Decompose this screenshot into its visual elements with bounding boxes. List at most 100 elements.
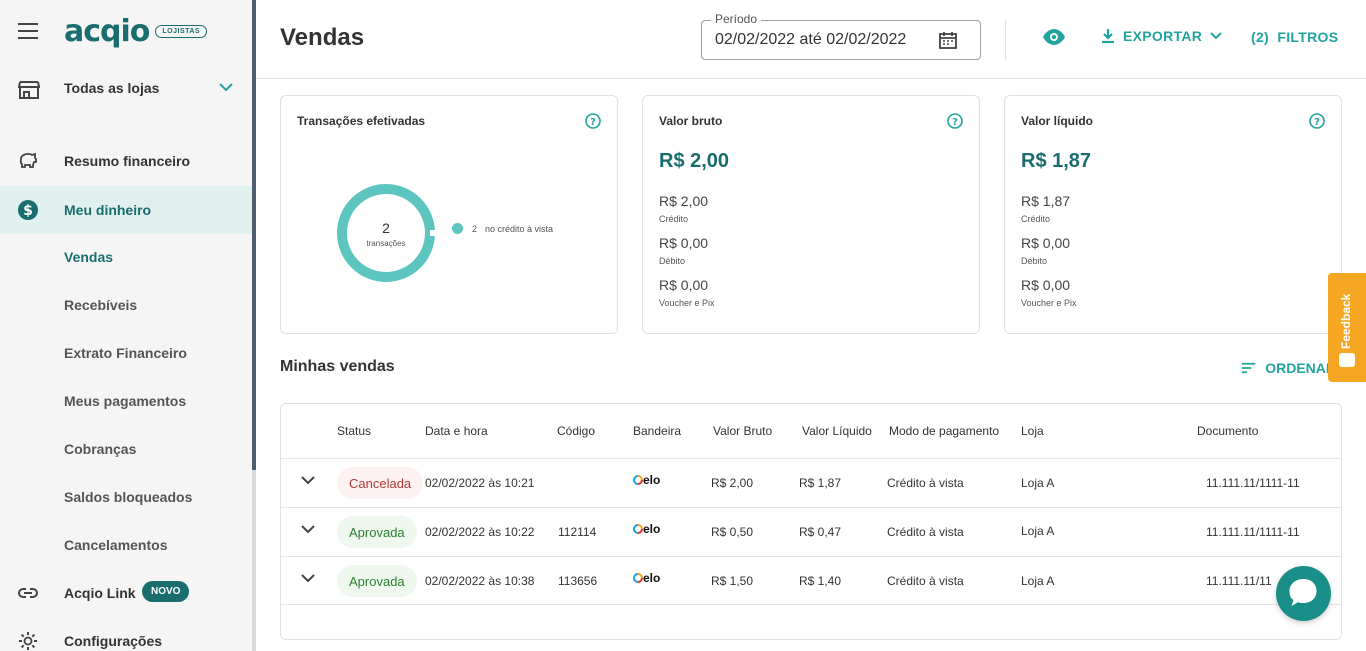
sidebar-item-label: Recebíveis [64,297,138,313]
sidebar-item-configuracoes[interactable]: Configurações [0,617,252,651]
column-header: Loja [1021,424,1044,438]
sidebar-item-acqio-link[interactable]: Acqio Link NOVO [0,569,252,617]
cell-gross: R$ 0,50 [711,525,754,539]
cell-store: Loja A [1021,574,1055,588]
gross-row-credit: R$ 2,00 Crédito [659,193,708,224]
page-title: Vendas [280,24,365,51]
sort-label: ORDENAR [1265,360,1336,376]
status-badge: Aprovada [337,565,417,597]
cell-mode: Crédito à vista [887,476,964,490]
amount-label: Voucher e Pix [659,298,715,308]
help-icon[interactable]: ? [1309,113,1325,129]
sidebar-item-cobrancas[interactable]: Cobranças [0,425,252,473]
sort-button[interactable]: ORDENAR [1241,360,1336,376]
sidebar-item-saldos-bloqueados[interactable]: Saldos bloqueados [0,473,252,521]
legend-dot [452,223,463,234]
amount-label: Débito [1021,256,1048,266]
new-badge: NOVO [142,581,190,602]
period-date-picker[interactable]: Período 02/02/2022 até 02/02/2022 [701,12,981,60]
amount: R$ 0,00 [659,235,709,251]
dollar-circle-icon: $ [18,200,38,220]
gross-row-voucher: R$ 0,00 Voucher e Pix [659,277,715,308]
brand-label: elo [643,571,661,585]
chevron-down-icon[interactable] [301,573,315,583]
header-divider [1005,20,1006,60]
amount-label: Voucher e Pix [1021,298,1077,308]
cell-net: R$ 1,87 [799,476,842,490]
legend-label: no crédito à vista [485,223,554,234]
amount-label: Débito [659,256,686,266]
card-gross-value: Valor bruto ? R$ 2,00 R$ 2,00 Crédito R$ … [642,95,980,334]
status-badge: Cancelada [337,467,424,499]
store-selector[interactable]: Todas as lojas [0,64,252,112]
column-header: Código [557,424,596,438]
page-header: Vendas Período 02/02/2022 até 02/02/2022… [256,0,1366,79]
status-badge: Aprovada [337,516,417,548]
sidebar-item-label: Configurações [64,633,163,649]
sales-table: Status Data e hora Código Bandeira Valor… [280,403,1342,640]
sidebar-item-resumo-financeiro[interactable]: Resumo financeiro [0,137,252,185]
net-total: R$ 1,87 [1021,150,1092,172]
elo-icon [633,475,643,485]
chevron-down-icon[interactable] [301,524,315,534]
chevron-down-icon[interactable] [301,475,315,485]
chevron-down-icon [219,83,233,92]
store-icon [18,81,40,99]
amount: R$ 0,00 [1021,235,1071,251]
svg-text:$: $ [23,203,33,219]
transactions-count: 2 [382,220,390,236]
table-row[interactable]: Cancelada 02/02/2022 às 10:21 elo R$ 2,0… [281,458,1341,507]
chat-button[interactable] [1276,566,1331,621]
donut-legend-item: 2 no crédito à vista [452,223,553,234]
sidebar-item-label: Saldos bloqueados [64,489,193,505]
sidebar-item-label: Cobranças [64,441,137,457]
column-header: Valor Líquido [802,424,872,438]
sidebar-item-meus-pagamentos[interactable]: Meus pagamentos [0,377,252,425]
net-row-voucher: R$ 0,00 Voucher e Pix [1021,277,1077,308]
export-label: EXPORTAR [1123,28,1203,44]
export-button[interactable]: EXPORTAR [1101,28,1222,44]
logo: acqio LOJISTAS [64,14,208,49]
cell-mode: Crédito à vista [887,574,964,588]
sidebar-item-label: Meu dinheiro [64,202,152,218]
cell-gross: R$ 2,00 [711,476,754,490]
sidebar-item-cancelamentos[interactable]: Cancelamentos [0,521,252,569]
filters-button[interactable]: (2) FILTROS [1251,29,1338,45]
table-row[interactable]: Aprovada 02/02/2022 às 10:38 113656 elo … [281,556,1341,605]
sidebar-item-meu-dinheiro[interactable]: $ Meu dinheiro [0,186,252,234]
help-icon[interactable]: ? [947,113,963,129]
eye-icon[interactable] [1042,28,1066,46]
cell-net: R$ 0,47 [799,525,842,539]
amount: R$ 0,00 [1021,277,1071,293]
card-title: Valor bruto [659,114,723,128]
cell-document: 11.111.11/1111-11 [1206,476,1300,490]
sidebar-item-extrato-financeiro[interactable]: Extrato Financeiro [0,329,252,377]
amount-label: Crédito [1021,214,1051,224]
amount: R$ 0,00 [659,277,709,293]
sidebar-item-recebiveis[interactable]: Recebíveis [0,281,252,329]
sidebar-item-vendas[interactable]: Vendas [0,233,252,281]
calendar-icon [939,32,957,49]
elo-icon [633,524,643,534]
column-header: Status [337,424,372,438]
transactions-count-label: transações [366,239,406,248]
card-net-value: Valor líquido ? R$ 1,87 R$ 1,87 Crédito R… [1004,95,1342,334]
brand-label: elo [643,522,661,536]
sidebar-item-label: Acqio Link [64,585,136,601]
hamburger-menu-icon[interactable] [18,23,38,39]
sidebar-item-label: Meus pagamentos [64,393,187,409]
cell-datetime: 02/02/2022 às 10:21 [425,476,535,490]
cell-mode: Crédito à vista [887,525,964,539]
feedback-tab[interactable]: Feedback [1328,273,1366,382]
cell-document: 11.111.11/1111-11 [1206,525,1300,539]
chevron-down-icon [1210,32,1222,40]
period-label: Período [711,12,762,26]
table-row[interactable]: Aprovada 02/02/2022 às 10:22 112114 elo … [281,507,1341,556]
gross-total: R$ 2,00 [659,150,730,172]
cell-store: Loja A [1021,476,1055,490]
sidebar-item-label: Extrato Financeiro [64,345,187,361]
elo-icon [633,573,643,583]
help-icon[interactable]: ? [585,113,601,129]
link-icon [18,588,38,598]
brand-label: elo [643,473,661,487]
